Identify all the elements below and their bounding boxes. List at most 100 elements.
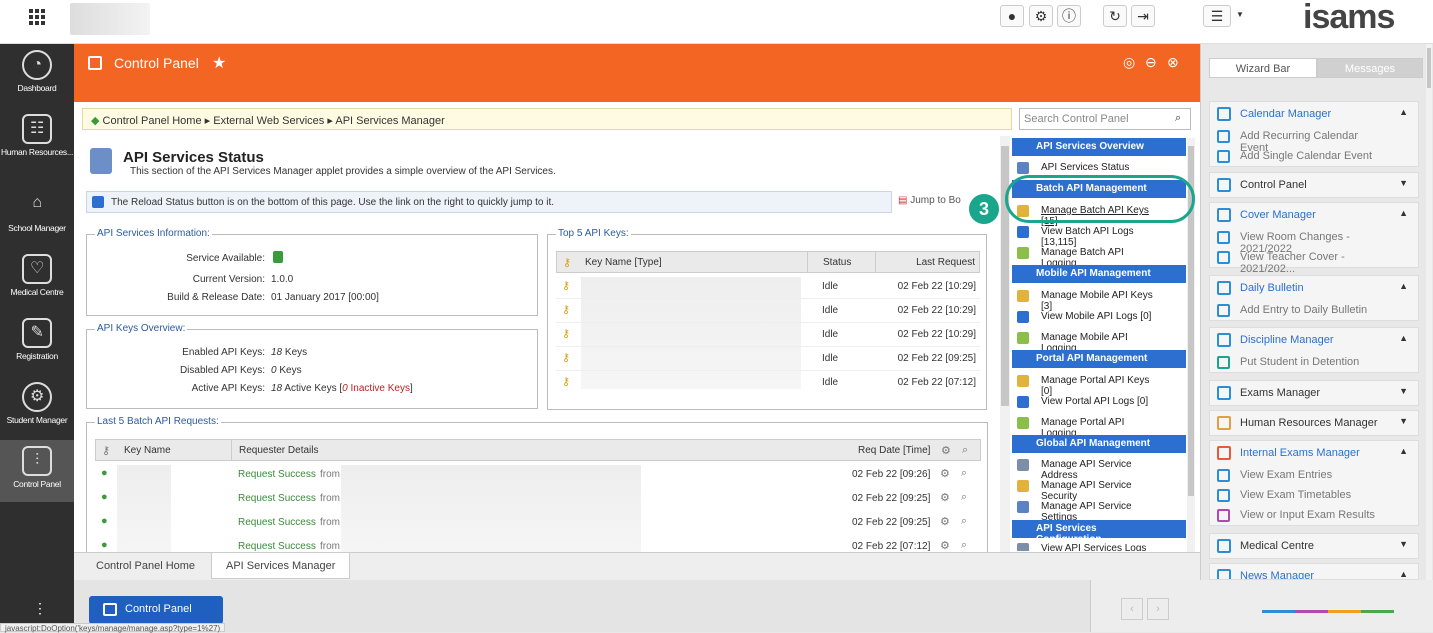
breadcrumb-api-services-manager[interactable]: API Services Manager <box>335 115 444 127</box>
chevron-right-icon[interactable]: › <box>1147 598 1169 620</box>
menu-item-manage-api-service-address[interactable]: Manage API Service Address <box>1012 455 1186 481</box>
wizard-action[interactable]: Put Student in Detention <box>1210 352 1418 372</box>
user-status-icon[interactable]: ● <box>1000 5 1024 27</box>
chevron-up-icon[interactable]: ▲ <box>1399 446 1408 456</box>
table-row[interactable]: ⚷ Idle 02 Feb 22 [07:12] <box>556 371 980 395</box>
wizard-card-header[interactable]: Control Panel ▼ <box>1210 173 1418 197</box>
column-header[interactable]: Req Date [Time] <box>858 445 930 456</box>
chevron-up-icon[interactable]: ▲ <box>1399 281 1408 291</box>
list-view-icon[interactable]: ☰ <box>1203 5 1231 27</box>
wizard-action[interactable]: View or Input Exam Results <box>1210 505 1418 525</box>
wizard-card-header[interactable]: Cover Manager ▲ <box>1210 203 1418 227</box>
menu-item-view-portal-api-logs[interactable]: View Portal API Logs [0] <box>1012 392 1186 412</box>
table-row[interactable]: ⚷ Idle 02 Feb 22 [10:29] <box>556 299 980 323</box>
tab-messages[interactable]: Messages <box>1317 58 1423 78</box>
wizard-card-header[interactable]: Discipline Manager ▲ <box>1210 328 1418 352</box>
refresh-icon[interactable]: ↻ <box>1103 5 1127 27</box>
wizard-card-header[interactable]: Medical Centre ▼ <box>1210 534 1418 558</box>
sidebar-item-hr[interactable]: ☷ Human Resources... <box>0 108 74 172</box>
sidebar-item-student-manager[interactable]: ⚙ Student Manager <box>0 376 74 440</box>
menu-item-view-batch-api-logs[interactable]: View Batch API Logs [13,115] <box>1012 222 1186 248</box>
sign-out-icon[interactable]: ⇥ <box>1131 5 1155 27</box>
sidebar-item-control-panel[interactable]: ⫶ Control Panel <box>0 440 74 502</box>
sidebar-item-school-manager[interactable]: ⌂ School Manager <box>0 184 74 248</box>
scrollbar-thumb[interactable] <box>1427 48 1431 88</box>
edit-row-icon[interactable]: ⚙ <box>940 467 950 480</box>
wizard-card-header[interactable]: Calendar Manager ▲ <box>1210 102 1418 126</box>
edit-row-icon[interactable]: ⚙ <box>940 491 950 504</box>
chevron-up-icon[interactable]: ▲ <box>1399 569 1408 579</box>
wizard-action[interactable]: Add Entry to Daily Bulletin <box>1210 300 1418 320</box>
chevron-down-icon[interactable]: ▼ <box>1236 10 1244 19</box>
inactive-keys-link[interactable]: Inactive Keys <box>348 383 411 394</box>
jump-to-bottom-link[interactable]: ▤ Jump to Bo <box>898 195 961 206</box>
view-row-icon[interactable]: ⌕ <box>961 491 967 504</box>
search-icon[interactable]: ⌕ <box>1175 112 1181 125</box>
wizard-card-header[interactable]: Daily Bulletin ▲ <box>1210 276 1418 300</box>
gear-icon[interactable]: ⚙ <box>1029 5 1053 27</box>
tab-control-panel-home[interactable]: Control Panel Home <box>82 553 209 579</box>
restore-icon[interactable]: ◎ <box>1123 54 1135 71</box>
chevron-up-icon[interactable]: ▲ <box>1399 333 1408 343</box>
scrollbar-thumb[interactable] <box>1001 146 1009 406</box>
close-icon[interactable]: ⊗ <box>1167 54 1179 71</box>
table-row[interactable]: ⚷ Idle 02 Feb 22 [10:29] <box>556 275 980 299</box>
favourite-star-icon[interactable]: ★ <box>212 53 226 73</box>
column-header[interactable]: Key Name <box>124 445 171 456</box>
wizard-scrollbar[interactable] <box>1426 44 1432 580</box>
column-header[interactable]: Last Request <box>916 257 975 268</box>
breadcrumb-external-web-services[interactable]: External Web Services <box>213 115 324 127</box>
sidebar-item-registration[interactable]: ✎ Registration <box>0 312 74 376</box>
wizard-action[interactable]: Add Single Calendar Event <box>1210 146 1418 166</box>
menu-item-manage-mobile-api-keys[interactable]: Manage Mobile API Keys [3] <box>1012 286 1186 312</box>
taskbar-control-panel-button[interactable]: Control Panel <box>89 596 223 624</box>
menu-item-view-mobile-api-logs[interactable]: View Mobile API Logs [0] <box>1012 307 1186 327</box>
chevron-up-icon[interactable]: ▲ <box>1399 208 1408 218</box>
wizard-action[interactable]: View Exam Timetables <box>1210 485 1418 505</box>
table-row[interactable]: ● Request Success from 02 Feb 22 [09:26] ⚙ ⌕ <box>95 463 981 487</box>
wizard-card-header[interactable]: News Manager ▲ <box>1210 564 1418 579</box>
menu-item-manage-mobile-api-logging[interactable]: Manage Mobile API Logging <box>1012 328 1186 354</box>
wizard-action[interactable]: View Exam Entries <box>1210 465 1418 485</box>
tab-api-services-manager[interactable]: API Services Manager <box>211 553 351 579</box>
view-row-icon[interactable]: ⌕ <box>961 515 967 528</box>
column-header[interactable]: Key Name [Type] <box>585 257 662 268</box>
chevron-down-icon[interactable]: ▼ <box>1399 386 1408 396</box>
chevron-down-icon[interactable]: ▼ <box>1399 539 1408 549</box>
wizard-action[interactable]: View Teacher Cover - 2021/202... <box>1210 247 1418 275</box>
table-row[interactable]: ⚷ Idle 02 Feb 22 [10:29] <box>556 323 980 347</box>
breadcrumb-home[interactable]: Control Panel Home <box>103 115 202 127</box>
edit-row-icon[interactable]: ⚙ <box>940 539 950 552</box>
menu-item-view-api-services-logs[interactable]: View API Services Logs [70] <box>1012 539 1186 551</box>
minimize-icon[interactable]: ⊖ <box>1145 54 1157 71</box>
wizard-card-header[interactable]: Internal Exams Manager ▲ <box>1210 441 1418 465</box>
info-icon[interactable]: ⓘ <box>1057 5 1081 27</box>
wizard-card-header[interactable]: Human Resources Manager ▼ <box>1210 411 1418 435</box>
table-row[interactable]: ● Request Success from 02 Feb 22 [09:25] ⚙ ⌕ <box>95 511 981 535</box>
table-row[interactable]: ● Request Success from 02 Feb 22 [09:25] ⚙ ⌕ <box>95 487 981 511</box>
menu-item-manage-portal-api-keys[interactable]: Manage Portal API Keys [0] <box>1012 371 1186 397</box>
menu-item-manage-api-service-security[interactable]: Manage API Service Security <box>1012 476 1186 502</box>
search-input[interactable]: Search Control Panel <box>1019 108 1191 130</box>
menu-item-manage-api-service-settings[interactable]: Manage API Service Settings <box>1012 497 1186 523</box>
menu-item-manage-portal-api-logging[interactable]: Manage Portal API Logging <box>1012 413 1186 439</box>
chevron-down-icon[interactable]: ▼ <box>1399 416 1408 426</box>
sidebar-item-dashboard[interactable]: ◔ Dashboard <box>0 44 74 108</box>
view-row-icon[interactable]: ⌕ <box>961 467 967 480</box>
chevron-down-icon[interactable]: ▼ <box>1399 178 1408 188</box>
sidebar-item-medical-centre[interactable]: ♡ Medical Centre <box>0 248 74 312</box>
more-icon[interactable]: ⋮ <box>33 600 47 617</box>
column-header[interactable]: Requester Details <box>239 445 318 456</box>
wizard-action[interactable]: View Room Changes - 2021/2022 <box>1210 227 1418 255</box>
menu-item-manage-batch-api-logging[interactable]: Manage Batch API Logging <box>1012 243 1186 269</box>
view-row-icon[interactable]: ⌕ <box>961 539 967 552</box>
edit-row-icon[interactable]: ⚙ <box>940 515 950 528</box>
column-header[interactable]: Status <box>823 257 851 268</box>
tab-wizard-bar[interactable]: Wizard Bar <box>1209 58 1317 78</box>
chevron-up-icon[interactable]: ▲ <box>1399 107 1408 117</box>
app-grid-icon[interactable] <box>24 8 50 26</box>
chevron-left-icon[interactable]: ‹ <box>1121 598 1143 620</box>
table-row[interactable]: ⚷ Idle 02 Feb 22 [09:25] <box>556 347 980 371</box>
wizard-action[interactable]: Add Recurring Calendar Event <box>1210 126 1418 154</box>
wizard-card-header[interactable]: Exams Manager ▼ <box>1210 381 1418 405</box>
